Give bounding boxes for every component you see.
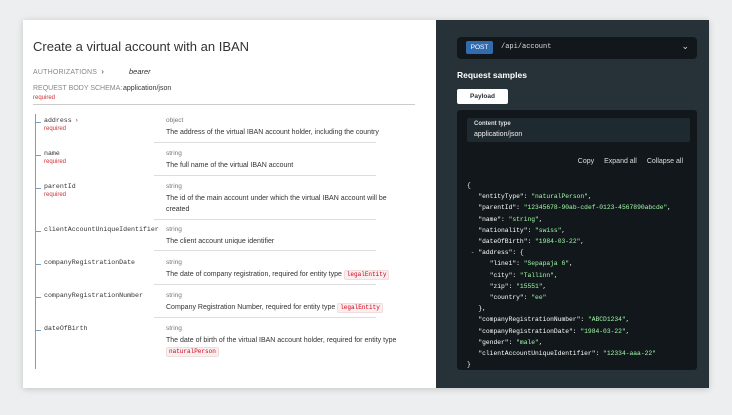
code-line: "zip": "15551", [489, 282, 547, 290]
code-line: { [467, 182, 471, 189]
property-name: name [44, 150, 60, 157]
divider [154, 219, 376, 220]
code-line: "nationality": "swiss", [478, 226, 566, 234]
code-line: "companyRegistrationDate": "1984-03-22", [478, 327, 630, 335]
property-name: companyRegistrationDate [44, 259, 136, 266]
divider [154, 284, 376, 285]
authorizations-label: AUTHORIZATIONS [33, 69, 98, 76]
tree-branch [35, 231, 41, 232]
endpoint-path: /api/account [501, 43, 552, 51]
request-body-required: required [33, 95, 56, 101]
divider [154, 175, 376, 176]
property-description: The id of the main account under which t… [166, 195, 387, 213]
request-body-label: REQUEST BODY SCHEMA: [33, 85, 123, 92]
code-line: } [467, 361, 471, 369]
code-line: "companyRegistrationNumber": "ABCD1234", [478, 316, 630, 324]
property-name-text: address [44, 117, 72, 124]
tree-branch [35, 155, 41, 156]
property-required: required [44, 159, 67, 165]
code-line: "name": "string", [478, 215, 543, 223]
authorizations-toggle[interactable]: AUTHORIZATIONS › [33, 67, 104, 76]
request-samples-panel: POST /api/account ⌄ Request samples Payl… [436, 20, 709, 388]
property-name[interactable]: address › [44, 117, 78, 124]
property-description: The client account unique identifier [166, 238, 275, 245]
property-type: object [166, 117, 184, 124]
property-description: The address of the virtual IBAN account … [166, 129, 379, 136]
code-line: "dateOfBirth": "1984-03-22", [478, 238, 585, 246]
divider [33, 104, 415, 105]
property-description-text: The date of company registration, requir… [166, 271, 342, 278]
entity-type-badge: legalEntity [337, 303, 383, 313]
property-type: string [166, 226, 182, 233]
tab-payload[interactable]: Payload [457, 89, 508, 104]
property-type: string [166, 325, 182, 332]
code-line: "line1": "Sepapaja 6", [489, 260, 573, 268]
property-name: clientAccountUniqueIdentifier [44, 226, 159, 233]
expand-all-button[interactable]: Expand all [604, 158, 637, 165]
page-title: Create a virtual account with an IBAN [33, 39, 250, 54]
chevron-right-icon: › [101, 67, 105, 76]
code-sample-panel: Content type application/json Copy Expan… [457, 110, 697, 370]
code-line: "entityType": "naturalPerson", [478, 193, 592, 201]
request-body-type: application/json [123, 85, 172, 92]
content-type-box: Content type application/json [467, 118, 690, 142]
divider [154, 250, 376, 251]
authorizations-value: bearer [129, 67, 151, 76]
code-line: "parentId": "12345678-90ab-cdef-0123-456… [478, 204, 672, 212]
property-type: string [166, 183, 182, 190]
code-line: }, [478, 305, 486, 313]
entity-type-badge: legalEntity [343, 270, 390, 280]
property-name: companyRegistrationNumber [44, 292, 143, 299]
property-description-text: Company Registration Number, required fo… [166, 304, 336, 311]
property-description: The date of birth of the virtual IBAN ac… [166, 335, 411, 357]
api-doc-window: Create a virtual account with an IBAN AU… [23, 20, 709, 388]
collapse-toggle-icon[interactable]: - [471, 249, 479, 256]
property-description: The full name of the virtual IBAN accoun… [166, 162, 294, 169]
endpoint-selector[interactable]: POST /api/account ⌄ [457, 37, 697, 59]
property-type: string [166, 292, 182, 299]
content-type-value: application/json [474, 131, 523, 138]
request-samples-title: Request samples [457, 70, 527, 80]
code-line: - "address": { [470, 249, 524, 257]
chevron-down-icon: ⌄ [681, 41, 689, 51]
property-type: string [166, 259, 182, 266]
tree-branch [35, 297, 41, 298]
tree-branch [35, 188, 41, 189]
property-type: string [166, 150, 182, 157]
code-line: "gender": "male", [478, 338, 543, 346]
http-method-badge: POST [466, 41, 493, 54]
property-name: dateOfBirth [44, 325, 88, 332]
code-line: "country": "ee" [489, 294, 547, 302]
property-description-text: The date of birth of the virtual IBAN ac… [166, 337, 397, 344]
copy-button[interactable]: Copy [578, 158, 594, 165]
content-type-label: Content type [474, 121, 511, 127]
divider [154, 142, 376, 143]
entity-type-badge: naturalPerson [166, 347, 219, 357]
tree-branch [35, 330, 41, 331]
operation-panel: Create a virtual account with an IBAN AU… [23, 20, 436, 388]
property-description: Company Registration Number, required fo… [166, 302, 411, 313]
code-line: "clientAccountUniqueIdentifier": "12334-… [478, 350, 656, 358]
property-required: required [44, 192, 67, 198]
divider [154, 317, 376, 318]
property-name: parentId [44, 183, 76, 190]
code-actions: Copy Expand all Collapse all [578, 158, 683, 165]
collapse-all-button[interactable]: Collapse all [647, 158, 683, 165]
chevron-right-icon: › [75, 117, 78, 124]
property-description: The date of company registration, requir… [166, 269, 411, 280]
tree-branch [35, 264, 41, 265]
property-required: required [44, 126, 67, 132]
json-code-block: { "entityType": "naturalPerson", "parent… [467, 180, 671, 370]
tree-branch [35, 122, 41, 123]
code-line: "city": "Tallinn", [489, 271, 558, 279]
